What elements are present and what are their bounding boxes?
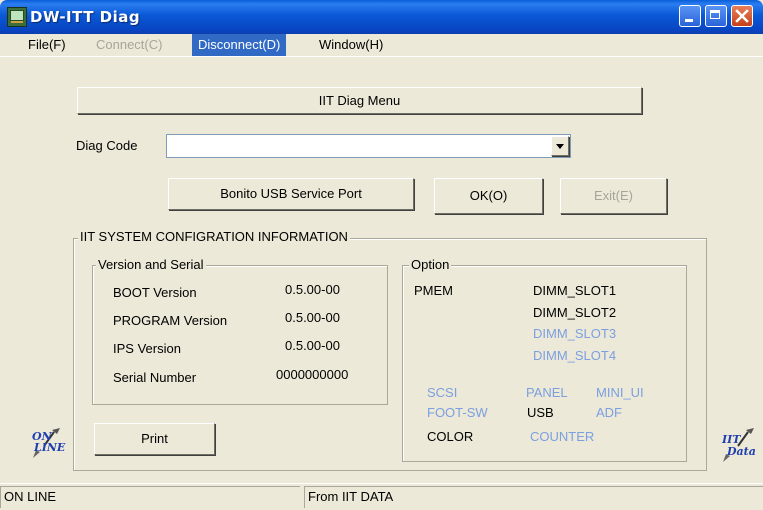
close-button[interactable] [731, 5, 753, 27]
serial-number-label: Serial Number [113, 370, 197, 385]
option-foot-sw: FOOT-SW [427, 405, 488, 420]
iit-data-icon-text-2: Data [727, 445, 756, 458]
chevron-down-icon [556, 144, 564, 149]
ips-version-label: IPS Version [113, 341, 181, 356]
online-icon[interactable]: ON LINE [30, 426, 66, 462]
dimm-slot-2: DIMM_SLOT2 [533, 305, 617, 320]
ips-version-value: 0.5.00-00 [285, 338, 340, 353]
option-usb: USB [527, 405, 554, 420]
menu-disconnect[interactable]: Disconnect(D) [192, 34, 287, 56]
dimm-slot-4: DIMM_SLOT4 [533, 348, 617, 363]
option-scsi: SCSI [427, 385, 458, 400]
serial-number-value: 0000000000 [276, 367, 349, 382]
dimm-slot-3: DIMM_SLOT3 [533, 326, 617, 341]
program-version-label: PROGRAM Version [113, 313, 228, 328]
menu-window[interactable]: Window(H) [313, 34, 389, 56]
diag-code-label: Diag Code [76, 138, 138, 153]
diag-code-combobox[interactable] [166, 134, 571, 158]
option-color: COLOR [427, 429, 474, 444]
ok-button[interactable]: OK(O) [434, 178, 543, 214]
minimize-button[interactable] [679, 5, 701, 27]
option-counter: COUNTER [530, 429, 595, 444]
program-version-value: 0.5.00-00 [285, 310, 340, 325]
version-serial-title: Version and Serial [96, 257, 206, 272]
exit-button[interactable]: Exit(E) [560, 178, 667, 214]
online-icon-text-2: LINE [34, 441, 66, 454]
bonito-usb-service-port-button[interactable]: Bonito USB Service Port [168, 178, 414, 210]
iit-data-icon[interactable]: IIT Data [720, 426, 760, 466]
option-adf: ADF [596, 405, 622, 420]
status-pane-right: From IIT DATA [304, 486, 763, 508]
diag-code-dropdown-button[interactable] [551, 136, 569, 156]
option-title: Option [409, 257, 452, 272]
status-pane-left: ON LINE [0, 486, 300, 508]
maximize-button[interactable] [705, 5, 727, 27]
pmem-label: PMEM [414, 283, 453, 298]
menu-file[interactable]: File(F) [22, 34, 72, 56]
iit-diag-menu-button[interactable]: IIT Diag Menu [77, 87, 642, 114]
title-bar[interactable]: DW-ITT Diag [0, 0, 763, 34]
option-mini-ui: MINI_UI [596, 385, 644, 400]
print-button[interactable]: Print [94, 423, 215, 455]
dimm-slot-1: DIMM_SLOT1 [533, 283, 617, 298]
close-icon [735, 9, 749, 23]
system-info-title: IIT SYSTEM CONFIGRATION INFORMATION [78, 229, 350, 244]
menu-connect[interactable]: Connect(C) [90, 34, 168, 56]
boot-version-value: 0.5.00-00 [285, 282, 340, 297]
boot-version-label: BOOT Version [113, 285, 197, 300]
diag-app-icon[interactable] [7, 7, 27, 27]
window-title: DW-ITT Diag [30, 8, 141, 26]
menu-bar: File(F) Connect(C) Disconnect(D) Window(… [0, 34, 763, 57]
status-bar: ON LINE From IIT DATA [0, 483, 763, 510]
option-panel: PANEL [526, 385, 568, 400]
iit-data-icon-text-1: IIT [722, 433, 741, 446]
